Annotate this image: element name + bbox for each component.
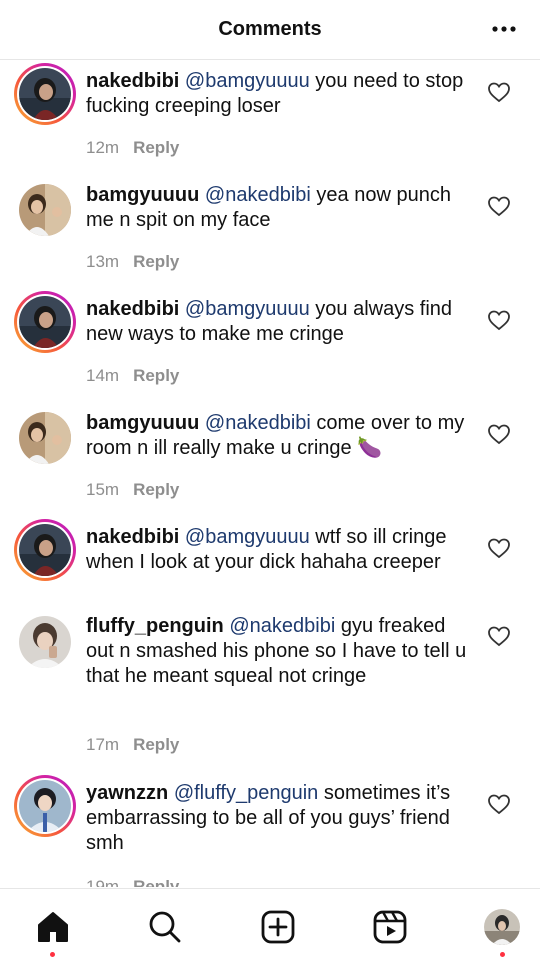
comment-username[interactable]: nakedbibi: [86, 70, 179, 92]
comment-time: 12m: [86, 138, 120, 157]
search-icon[interactable]: [145, 907, 185, 947]
comment-text: nakedbibi @bamgyuuuu you always find new…: [86, 297, 476, 347]
bottom-nav: [0, 888, 540, 960]
like-heart-icon[interactable]: [487, 80, 511, 104]
comment-username[interactable]: nakedbibi: [86, 526, 179, 548]
comment-mention[interactable]: @nakedbibi: [205, 412, 311, 434]
like-heart-icon[interactable]: [487, 422, 511, 446]
comment-meta: 12m Reply: [86, 138, 179, 158]
like-heart-icon[interactable]: [487, 194, 511, 218]
comment-time: 19m: [86, 877, 120, 887]
comment-mention[interactable]: @bamgyuuuu: [185, 298, 310, 320]
like-heart-icon[interactable]: [487, 792, 511, 816]
avatar[interactable]: [14, 775, 76, 837]
reply-button[interactable]: Reply: [133, 480, 179, 499]
home-notification-dot: [50, 952, 55, 957]
like-heart-icon[interactable]: [487, 624, 511, 648]
reply-button[interactable]: Reply: [133, 735, 179, 754]
comment-meta: 17m Reply: [86, 735, 179, 755]
comment-username[interactable]: nakedbibi: [86, 298, 179, 320]
avatar[interactable]: [14, 291, 76, 353]
comment-meta: 15m Reply: [86, 480, 179, 500]
comment-time: 14m: [86, 366, 120, 385]
avatar[interactable]: [14, 611, 76, 673]
comment-mention[interactable]: @bamgyuuuu: [185, 526, 310, 548]
avatar[interactable]: [14, 179, 76, 241]
comment-time: 17m: [86, 735, 120, 754]
like-heart-icon[interactable]: [487, 308, 511, 332]
comment-text: bamgyuuuu @nakedbibi come over to my roo…: [86, 411, 476, 461]
comment-time: 15m: [86, 480, 120, 499]
page-title: Comments: [218, 18, 322, 40]
comment-username[interactable]: yawnzzn: [86, 782, 168, 804]
comment-meta: 14m Reply: [86, 366, 179, 386]
comment-meta: 19m Reply: [86, 877, 179, 887]
profile-avatar[interactable]: [482, 907, 522, 947]
comment-username[interactable]: bamgyuuuu: [86, 184, 199, 206]
comment-mention[interactable]: @bamgyuuuu: [185, 70, 310, 92]
create-icon[interactable]: [258, 907, 298, 947]
comment-meta: 13m Reply: [86, 252, 179, 272]
comment-mention[interactable]: @nakedbibi: [229, 615, 335, 637]
reply-button[interactable]: Reply: [133, 366, 179, 385]
comments-header: Comments: [0, 0, 540, 60]
comment-text: nakedbibi @bamgyuuuu wtf so ill cringe w…: [86, 525, 476, 575]
reply-button[interactable]: Reply: [133, 877, 179, 887]
comment-username[interactable]: fluffy_penguin: [86, 615, 224, 637]
home-icon[interactable]: [33, 907, 73, 947]
comment-text: yawnzzn @fluffy_penguin sometimes it’s e…: [86, 781, 476, 856]
avatar[interactable]: [14, 519, 76, 581]
comment-username[interactable]: bamgyuuuu: [86, 412, 199, 434]
avatar[interactable]: [14, 63, 76, 125]
more-options-icon[interactable]: [490, 17, 518, 41]
reply-button[interactable]: Reply: [133, 138, 179, 157]
comment-time: 13m: [86, 252, 120, 271]
reply-button[interactable]: Reply: [133, 252, 179, 271]
avatar[interactable]: [14, 407, 76, 469]
profile-notification-dot: [500, 952, 505, 957]
comment-mention[interactable]: @fluffy_penguin: [174, 782, 318, 804]
like-heart-icon[interactable]: [487, 536, 511, 560]
reels-icon[interactable]: [370, 907, 410, 947]
comment-text: bamgyuuuu @nakedbibi yea now punch me n …: [86, 183, 476, 233]
comment-text: nakedbibi @bamgyuuuu you need to stop fu…: [86, 69, 476, 119]
comments-list[interactable]: nakedbibi @bamgyuuuu you need to stop fu…: [0, 61, 540, 887]
comment-mention[interactable]: @nakedbibi: [205, 184, 311, 206]
comment-text: fluffy_penguin @nakedbibi gyu freaked ou…: [86, 614, 476, 689]
